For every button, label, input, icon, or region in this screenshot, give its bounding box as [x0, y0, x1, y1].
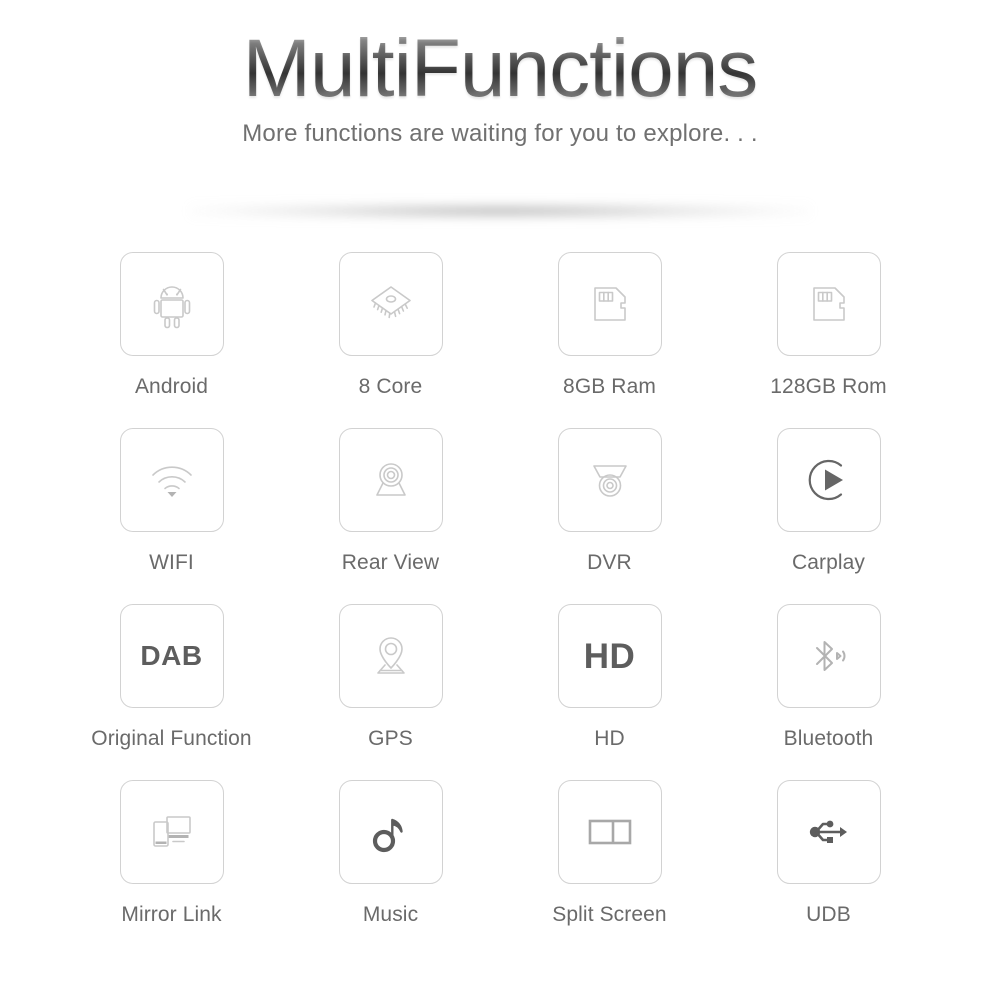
feature-item-mirror-link[interactable]: Mirror Link	[62, 780, 281, 956]
feature-item-128gb-rom[interactable]: 128GB Rom	[719, 252, 938, 428]
feature-label: 128GB Rom	[770, 375, 887, 398]
hd-text-icon: HD	[583, 636, 636, 676]
feature-label: WIFI	[149, 551, 194, 574]
feature-tile[interactable]	[338, 252, 443, 356]
feature-item-udb[interactable]: UDB	[719, 780, 938, 956]
feature-label: Mirror Link	[121, 903, 222, 926]
feature-tile[interactable]: HD	[557, 604, 662, 708]
feature-label: 8GB Ram	[563, 375, 656, 398]
feature-item-8gb-ram[interactable]: 8GB Ram	[500, 252, 719, 428]
feature-tile[interactable]	[776, 252, 881, 356]
page-subtitle: More functions are waiting for you to ex…	[242, 120, 758, 148]
feature-tile[interactable]	[557, 780, 662, 884]
rear-camera-icon	[361, 450, 421, 510]
feature-label: Bluetooth	[783, 727, 874, 750]
memory-card-icon	[580, 274, 640, 334]
music-note-icon	[361, 802, 421, 862]
feature-item-dvr[interactable]: DVR	[500, 428, 719, 604]
feature-label: Split Screen	[552, 903, 667, 926]
dome-camera-icon	[580, 450, 640, 510]
feature-tile[interactable]	[119, 252, 224, 356]
feature-tile[interactable]	[119, 780, 224, 884]
feature-tile[interactable]	[776, 780, 881, 884]
feature-label: UDB	[806, 903, 851, 926]
cpu-chip-icon	[361, 274, 421, 334]
feature-item-split-screen[interactable]: Split Screen	[500, 780, 719, 956]
memory-card-icon	[799, 274, 859, 334]
feature-tile[interactable]	[776, 604, 881, 708]
feature-item-wifi[interactable]: WIFI	[62, 428, 281, 604]
header-divider-shadow	[190, 203, 810, 219]
feature-label: GPS	[368, 727, 413, 750]
feature-tile[interactable]	[119, 428, 224, 532]
wifi-icon	[142, 450, 202, 510]
feature-label: HD	[594, 727, 625, 750]
feature-label: Carplay	[791, 551, 866, 574]
android-robot-icon	[142, 274, 202, 334]
mirror-link-icon	[142, 802, 202, 862]
page-header: MultiFunctions More functions are waitin…	[0, 0, 1000, 148]
feature-item-rear-view[interactable]: Rear View	[281, 428, 500, 604]
split-screen-icon	[580, 802, 640, 862]
feature-tile[interactable]	[557, 252, 662, 356]
dab-text-icon: DAB	[140, 640, 203, 671]
feature-label: Rear View	[341, 551, 440, 574]
feature-item-hd[interactable]: HD HD	[500, 604, 719, 780]
feature-item-android[interactable]: Android	[62, 252, 281, 428]
feature-label: 8 Core	[358, 375, 423, 398]
feature-tile[interactable]: DAB	[119, 604, 224, 708]
feature-tile[interactable]	[338, 604, 443, 708]
feature-label: Original Function	[91, 727, 252, 750]
feature-item-original-function[interactable]: DAB Original Function	[62, 604, 281, 780]
feature-label: Music	[362, 903, 419, 926]
feature-tile[interactable]	[338, 780, 443, 884]
play-circle-icon	[799, 450, 859, 510]
feature-grid: Android 8 Core 8GB Ram 128GB Rom WIFI Re…	[62, 252, 938, 956]
page-title: MultiFunctions	[242, 23, 759, 114]
feature-item-carplay[interactable]: Carplay	[719, 428, 938, 604]
feature-item-8-core[interactable]: 8 Core	[281, 252, 500, 428]
feature-item-music[interactable]: Music	[281, 780, 500, 956]
map-pin-icon	[361, 626, 421, 686]
feature-tile[interactable]	[776, 428, 881, 532]
feature-tile[interactable]	[557, 428, 662, 532]
feature-item-gps[interactable]: GPS	[281, 604, 500, 780]
feature-item-bluetooth[interactable]: Bluetooth	[719, 604, 938, 780]
feature-label: DVR	[587, 551, 632, 574]
feature-label: Android	[134, 375, 209, 398]
bluetooth-icon	[799, 626, 859, 686]
feature-tile[interactable]	[338, 428, 443, 532]
usb-icon	[799, 802, 859, 862]
